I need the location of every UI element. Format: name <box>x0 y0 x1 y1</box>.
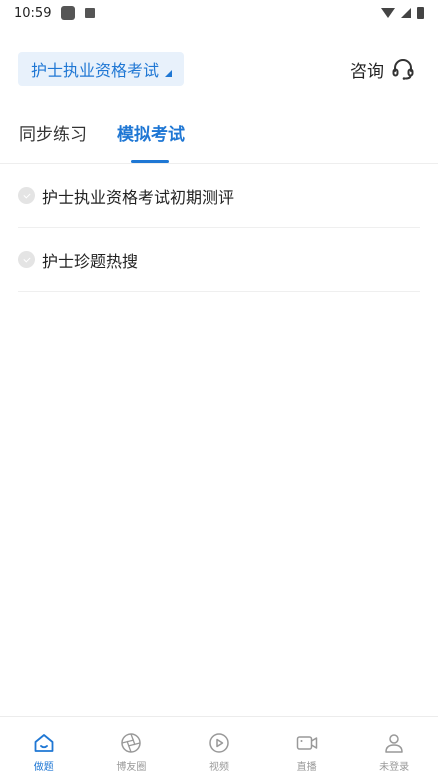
headset-icon <box>392 59 414 80</box>
nav-item-video[interactable]: 视频 <box>175 717 263 780</box>
notification-icon <box>61 6 76 20</box>
exam-list: 护士执业资格考试初期测评 护士珍题热搜 <box>18 164 420 292</box>
nav-label: 直播 <box>296 762 317 773</box>
check-circle-icon <box>18 251 35 268</box>
consult-button[interactable]: 咨询 <box>350 54 416 84</box>
nav-label: 视频 <box>208 762 229 773</box>
signal-icon <box>401 8 411 18</box>
app-notification-icon <box>85 8 96 18</box>
list-item[interactable]: 护士执业资格考试初期测评 <box>18 164 420 228</box>
bottom-nav: 做题 博友圈 视频 直播 未登录 <box>0 716 438 780</box>
active-tab-indicator <box>131 160 169 163</box>
nav-item-account[interactable]: 未登录 <box>350 717 438 780</box>
tab-sync-practice[interactable]: 同步练习 <box>19 120 87 145</box>
status-time: 10:59 <box>14 5 52 21</box>
list-item-label: 护士珍题热搜 <box>42 251 139 271</box>
aperture-icon <box>121 733 142 753</box>
nav-item-community[interactable]: 博友圈 <box>88 717 176 780</box>
nav-item-practice[interactable]: 做题 <box>0 717 88 780</box>
nav-label: 博友圈 <box>116 762 147 773</box>
camera-icon <box>296 736 317 750</box>
list-item-label: 护士执业资格考试初期测评 <box>42 187 235 207</box>
header: 护士执业资格考试 咨询 <box>0 50 438 88</box>
status-left: 10:59 <box>14 5 96 21</box>
user-icon <box>385 734 403 753</box>
home-icon <box>34 734 54 752</box>
battery-icon <box>417 7 424 19</box>
tab-mock-exam[interactable]: 模拟考试 <box>117 120 185 145</box>
check-circle-icon <box>18 187 35 204</box>
list-item[interactable]: 护士珍题热搜 <box>18 228 420 292</box>
tab-bar-top: 同步练习 模拟考试 <box>0 110 438 164</box>
exam-selector-button[interactable]: 护士执业资格考试 <box>18 52 185 86</box>
exam-selector-label: 护士执业资格考试 <box>31 61 160 80</box>
play-icon <box>209 733 229 753</box>
wifi-icon <box>381 8 395 18</box>
status-bar: 10:59 <box>0 0 438 26</box>
nav-item-live[interactable]: 直播 <box>263 717 351 780</box>
nav-label: 做题 <box>33 762 54 773</box>
nav-label: 未登录 <box>379 762 410 773</box>
status-right <box>381 7 424 19</box>
dropdown-triangle-icon <box>165 69 173 77</box>
consult-label: 咨询 <box>350 61 384 82</box>
